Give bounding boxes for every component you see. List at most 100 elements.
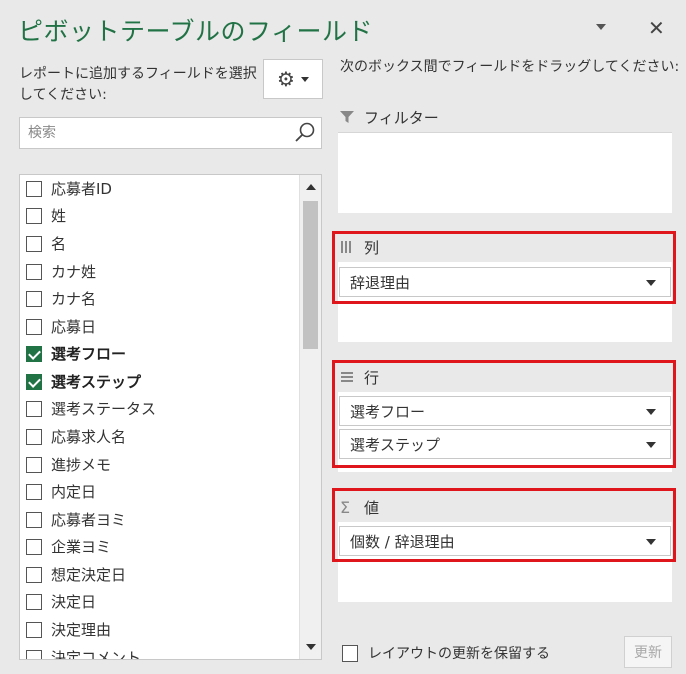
row-field-pill[interactable]: 選考フロー	[339, 396, 671, 426]
search-field[interactable]	[19, 117, 322, 149]
values-area-header: Σ 値	[340, 495, 379, 519]
checkbox[interactable]	[26, 428, 42, 445]
filters-drop-zone[interactable]	[338, 133, 672, 213]
defer-update-label: レイアウトの更新を保留する	[368, 646, 550, 662]
checkbox[interactable]	[26, 263, 42, 280]
list-item[interactable]: 進捗メモ	[26, 451, 296, 478]
scroll-down-button[interactable]	[300, 637, 321, 657]
chevron-down-icon[interactable]	[646, 409, 656, 415]
field-label: 選考ステップ	[51, 373, 142, 391]
chevron-down-icon	[300, 76, 309, 82]
defer-update-checkbox[interactable]	[342, 644, 358, 662]
field-label: 進捗メモ	[51, 456, 112, 474]
field-label: 応募者ヨミ	[51, 511, 127, 529]
field-label: 想定決定日	[51, 566, 127, 584]
checkbox[interactable]	[26, 456, 42, 473]
list-item[interactable]: 選考ステータス	[26, 395, 296, 422]
field-label: 決定理由	[51, 621, 112, 639]
filters-area-header: フィルター	[340, 105, 439, 129]
checkbox[interactable]	[26, 207, 42, 224]
checkbox[interactable]	[26, 235, 42, 252]
field-label: 企業ヨミ	[51, 538, 112, 556]
chevron-down-icon[interactable]	[646, 280, 656, 286]
checkbox[interactable]	[26, 180, 42, 197]
list-item[interactable]: 姓	[26, 202, 296, 229]
field-label: カナ姓	[51, 263, 97, 281]
filter-icon	[340, 110, 356, 124]
arrow-up-icon	[305, 184, 316, 190]
field-label: 名	[51, 235, 67, 253]
checkbox[interactable]	[26, 566, 42, 583]
defer-update-option[interactable]: レイアウトの更新を保留する	[342, 643, 550, 663]
scroll-thumb[interactable]	[303, 201, 318, 349]
columns-area-label: 列	[364, 238, 380, 257]
checkbox[interactable]	[26, 649, 42, 659]
pill-label: 個数 / 辞退理由	[350, 532, 455, 551]
list-item[interactable]: カナ姓	[26, 258, 296, 285]
list-item[interactable]: 選考フロー	[26, 340, 296, 367]
list-item[interactable]: 企業ヨミ	[26, 533, 296, 560]
list-item[interactable]: 応募求人名	[26, 423, 296, 450]
pill-label: 選考フロー	[350, 402, 426, 421]
list-item[interactable]: 決定日	[26, 588, 296, 615]
pill-label: 選考ステップ	[350, 435, 441, 454]
checkbox[interactable]	[26, 318, 42, 335]
rows-area-header: 行	[340, 365, 379, 389]
drag-areas-label: 次のボックス間でフィールドをドラッグしてください:	[340, 59, 680, 75]
field-label: 姓	[51, 207, 67, 225]
search-input[interactable]	[20, 118, 290, 148]
list-item[interactable]: 想定決定日	[26, 561, 296, 588]
columns-area-header: 列	[340, 235, 379, 259]
vertical-scrollbar[interactable]	[299, 175, 321, 659]
field-label: 選考フロー	[51, 345, 127, 363]
list-item[interactable]: 応募者ヨミ	[26, 506, 296, 533]
sigma-icon: Σ	[340, 497, 351, 517]
checkbox[interactable]	[26, 483, 42, 500]
columns-icon	[340, 240, 356, 254]
close-icon[interactable]: ✕	[648, 18, 665, 38]
choose-fields-label: レポートに追加するフィールドを選択してください:	[19, 66, 257, 103]
value-field-pill[interactable]: 個数 / 辞退理由	[339, 526, 671, 556]
checkbox[interactable]	[26, 511, 42, 528]
task-pane-options-button[interactable]	[596, 24, 606, 30]
checkbox[interactable]	[26, 621, 42, 638]
field-label: カナ名	[51, 290, 97, 308]
values-area-label: 値	[364, 498, 380, 517]
rows-icon	[340, 370, 356, 384]
field-label: 応募求人名	[51, 428, 127, 446]
list-item[interactable]: 応募日	[26, 313, 296, 340]
checkbox-checked[interactable]	[26, 373, 42, 390]
pill-label: 辞退理由	[350, 273, 411, 292]
list-item[interactable]: 名	[26, 230, 296, 257]
checkbox[interactable]	[26, 538, 42, 555]
list-item[interactable]: 決定コメント	[26, 644, 296, 660]
checkbox[interactable]	[26, 290, 42, 307]
scroll-up-button[interactable]	[300, 177, 321, 197]
row-field-pill[interactable]: 選考ステップ	[339, 429, 671, 459]
filters-area-label: フィルター	[364, 108, 439, 127]
chevron-down-icon[interactable]	[646, 539, 656, 545]
spreadsheet-edge	[0, 0, 686, 6]
field-list: 応募者ID 姓 名 カナ姓 カナ名 応募日 選考フロー 選考ステップ 選考ステー…	[19, 174, 322, 660]
checkbox-checked[interactable]	[26, 345, 42, 362]
field-label: 応募日	[51, 318, 97, 336]
list-item[interactable]: 内定日	[26, 478, 296, 505]
panel-title: ピボットテーブルのフィールド	[18, 17, 374, 46]
list-item[interactable]: 応募者ID	[26, 175, 296, 202]
field-label: 応募者ID	[51, 180, 112, 198]
list-item[interactable]: 選考ステップ	[26, 368, 296, 395]
list-item[interactable]: カナ名	[26, 285, 296, 312]
column-field-pill[interactable]: 辞退理由	[339, 267, 671, 297]
chevron-down-icon[interactable]	[646, 442, 656, 448]
list-item[interactable]: 決定理由	[26, 616, 296, 643]
field-label: 決定コメント	[51, 649, 142, 660]
checkbox[interactable]	[26, 400, 42, 417]
update-button[interactable]: 更新	[624, 636, 672, 668]
field-label: 選考ステータス	[51, 400, 157, 418]
field-label: 内定日	[51, 483, 97, 501]
search-icon[interactable]	[293, 121, 317, 145]
field-label: 決定日	[51, 593, 97, 611]
checkbox[interactable]	[26, 593, 42, 610]
rows-area-label: 行	[364, 368, 380, 387]
tools-button[interactable]: ⚙	[263, 59, 323, 99]
